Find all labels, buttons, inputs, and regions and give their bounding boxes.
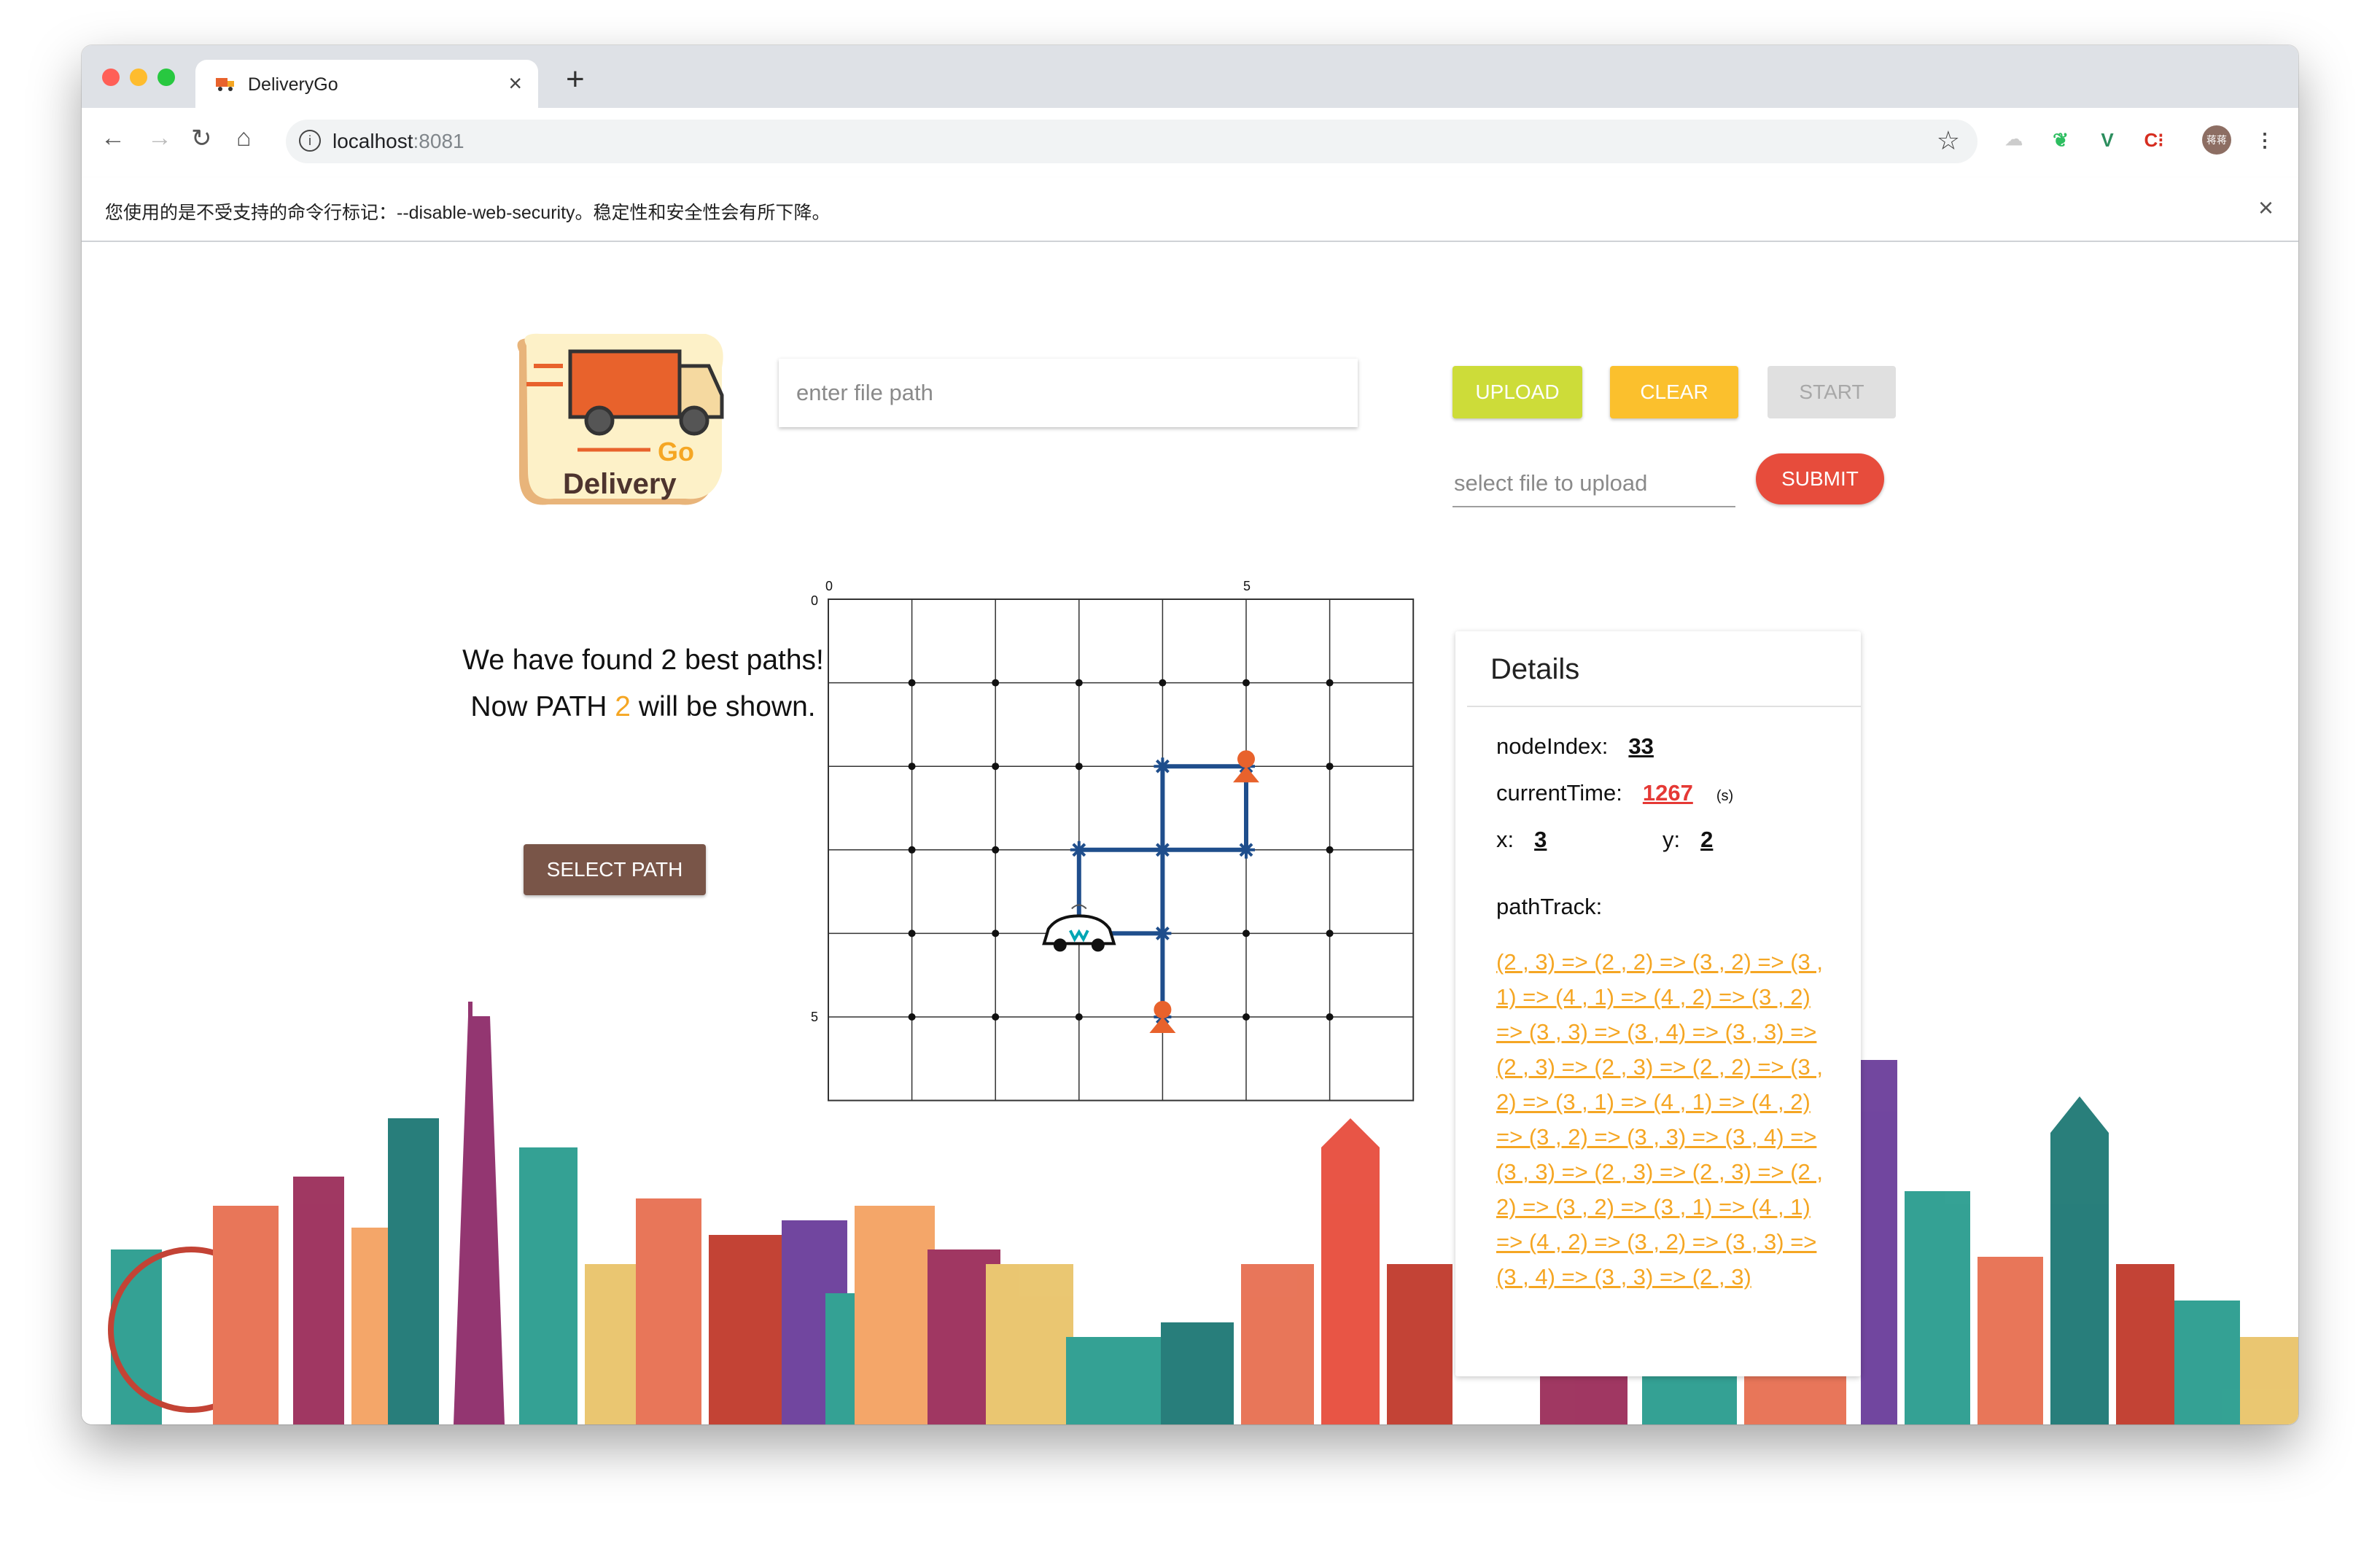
infobar-close-icon[interactable]: × [2258,192,2274,223]
current-time-label: currentTime: [1496,780,1622,806]
details-panel: Details nodeIndex: 33 currentTime: 1267 (s)… [1455,631,1861,1376]
start-button[interactable]: START [1768,366,1896,418]
y-tick-label: 5 [811,1010,818,1024]
delivery-go-logo: Go Delivery [517,333,724,505]
grid-node [1242,929,1250,937]
submit-button[interactable]: SUBMIT [1756,453,1884,504]
node-index-row: nodeIndex: 33 [1496,733,1654,760]
x-row: x: 3 [1496,827,1547,853]
upload-button[interactable]: UPLOAD [1452,366,1582,418]
evernote-extension-icon[interactable]: ❦ [2046,125,2075,155]
grid-node [1326,679,1334,687]
url-host: localhost [332,130,413,152]
page-content: Go Delivery UPLOAD CLEAR START SUBMIT We… [82,242,2298,1424]
grid-node [992,846,1000,854]
x-tick-label: 5 [1243,579,1251,593]
y-row: y: 2 [1662,827,1713,853]
grid-node [1075,763,1083,771]
maximize-window-button[interactable] [158,69,175,86]
tab-close-icon[interactable]: × [508,70,522,97]
home-icon[interactable]: ⌂ [236,124,252,152]
forward-arrow-icon[interactable]: → [147,124,172,152]
tab-title: DeliveryGo [248,74,338,95]
path-number: 2 [615,691,631,722]
file-path-input[interactable] [779,359,1358,427]
grid-node [1326,763,1334,771]
grid-node [908,929,916,937]
details-title: Details [1490,653,1580,685]
map-grid: 0 5 0 5 [811,579,1415,1102]
bookmark-star-icon[interactable]: ☆ [1937,125,1960,156]
current-time-row: currentTime: 1267 (s) [1496,780,1733,806]
now-path-prefix: Now PATH [470,691,607,722]
browser-menu-icon[interactable]: ⋮ [2250,125,2279,155]
grid-node [992,929,1000,937]
close-window-button[interactable] [102,69,120,86]
grid-node [1326,1013,1334,1021]
url-text: localhost:8081 [332,130,464,153]
x-label: x: [1496,827,1514,852]
path-track-label: pathTrack: [1496,894,1603,919]
tab-deliverygo[interactable]: DeliveryGo × [195,60,538,108]
grid-node [908,846,916,854]
node-index-label: nodeIndex: [1496,733,1609,759]
grid-node [1075,1013,1083,1021]
grid-node [992,679,1000,687]
current-time-value: 1267 [1642,780,1693,806]
profile-avatar[interactable]: 蒋蒋 [2202,125,2231,155]
minimize-window-button[interactable] [130,69,147,86]
y-value: 2 [1700,827,1714,852]
grid-node [1326,846,1334,854]
reload-icon[interactable]: ↻ [191,124,212,153]
path-track-link[interactable]: (2 , 3) => (2 , 2) => (3 , 2) => (3 , 1)… [1496,945,1827,1295]
back-arrow-icon[interactable]: ← [101,124,125,152]
grid-node [1242,679,1250,687]
time-unit: (s) [1716,788,1734,804]
site-info-icon[interactable]: i [299,130,321,152]
browser-toolbar: ← → ↻ ⌂ i localhost:8081 ☆ ☁ ❦ V C⁝ 蒋蒋 ⋮ [82,108,2298,179]
car-wheel-icon [1053,938,1067,952]
extension-cloud-icon[interactable]: ☁ [1999,125,2029,155]
grid-node [1326,929,1334,937]
address-bar[interactable]: i localhost:8081 ☆ [286,120,1978,163]
vue-devtools-extension-icon[interactable]: V [2093,125,2122,155]
select-file-input[interactable] [1452,461,1735,507]
car-wheel-icon [1091,938,1105,952]
logo-go-text: Go [658,437,694,467]
url-port: :8081 [413,130,464,152]
grid-node [992,763,1000,771]
grid-node [992,1013,1000,1021]
select-path-button[interactable]: SELECT PATH [524,844,706,895]
browser-window: DeliveryGo × + ← → ↻ ⌂ i localhost:8081 … [82,45,2298,1424]
x-value: 3 [1534,827,1547,852]
warning-infobar: 您使用的是不受支持的命令行标记：--disable-web-security。稳… [82,178,2298,242]
y-tick-label: 0 [811,593,818,608]
y-label: y: [1662,827,1681,852]
grid-node [908,679,916,687]
grid-node [908,763,916,771]
destination-marker-icon [1154,1001,1172,1018]
destination-marker-icon [1237,750,1255,768]
tab-strip: DeliveryGo × + [82,45,2298,108]
grid-node [1075,679,1083,687]
grid-node [1159,679,1167,687]
infobar-text: 您使用的是不受支持的命令行标记：--disable-web-security。稳… [105,203,831,223]
grid-node [1242,1013,1250,1021]
logo-delivery-text: Delivery [563,468,677,500]
clear-button[interactable]: CLEAR [1610,366,1738,418]
node-index-value: 33 [1628,733,1654,759]
colorzilla-extension-icon[interactable]: C⁝ [2139,125,2169,155]
truck-favicon-icon [216,78,234,91]
x-tick-label: 0 [825,579,833,593]
new-tab-button[interactable]: + [566,61,585,98]
details-divider [1467,706,1861,707]
grid-node [908,1013,916,1021]
